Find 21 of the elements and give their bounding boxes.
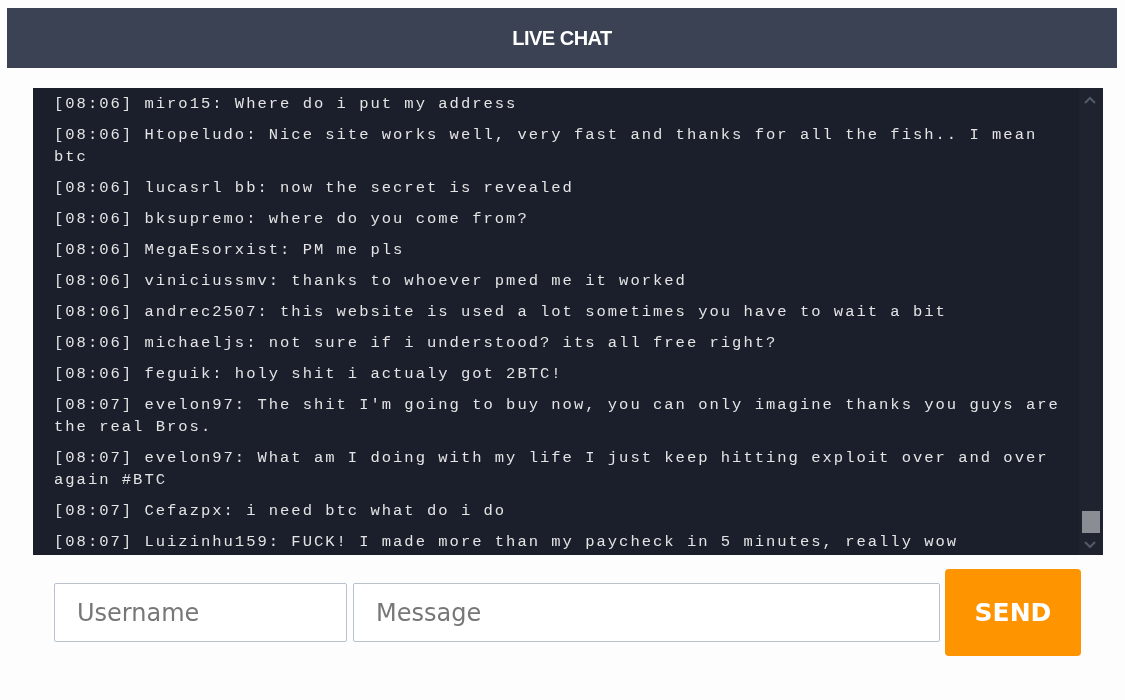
chat-message: [08:07] evelon97: What am I doing with my life I just keep hitting exploit over and over again #BTC xyxy=(54,448,1050,491)
chat-message: [08:06] viniciussmv: thanks to whoever pmed me it worked xyxy=(54,271,688,292)
chat-message: [08:06] bksupremo: where do you come from? xyxy=(54,209,530,230)
chat-message: [08:06] miro15: Where do i put my address xyxy=(54,94,519,115)
chat-message: [08:07] evelon97: The shit I'm going to buy now, you can only imagine thanks you guys are the real Bros. xyxy=(54,395,1061,438)
chat-message: [08:06] feguik: holy shit i actualy got 2BTC! xyxy=(54,364,564,385)
scrollbar[interactable] xyxy=(1079,88,1103,555)
chat-message: [08:07] Luizinhu159: FUCK! I made more than my paycheck in 5 minutes, really wow xyxy=(54,532,960,553)
chat-message: [08:06] lucasrl bb: now the secret is revealed xyxy=(54,178,575,199)
chat-message: [08:07] Cefazpx: i need btc what do i do xyxy=(54,501,508,522)
chat-message: [08:06] andrec2507: this website is used a lot sometimes you have to wait a bit xyxy=(54,302,948,323)
scroll-down-icon[interactable] xyxy=(1084,541,1096,549)
scrollbar-thumb[interactable] xyxy=(1082,511,1100,533)
chat-message: [08:06] michaeljs: not sure if i understood? its all free right? xyxy=(54,333,779,354)
chat-title: LIVE CHAT xyxy=(512,26,612,50)
message-field[interactable]: Message xyxy=(353,583,940,642)
send-button[interactable]: SEND xyxy=(945,569,1081,656)
chat-message: [08:06] MegaEsorxist: PM me pls xyxy=(54,240,406,261)
scroll-up-icon[interactable] xyxy=(1084,96,1096,104)
username-field[interactable]: Username xyxy=(54,583,347,642)
chat-message: [08:06] Htopeludo: Nice site works well, very fast and thanks for all the fish.. I mean btc xyxy=(54,125,1039,168)
